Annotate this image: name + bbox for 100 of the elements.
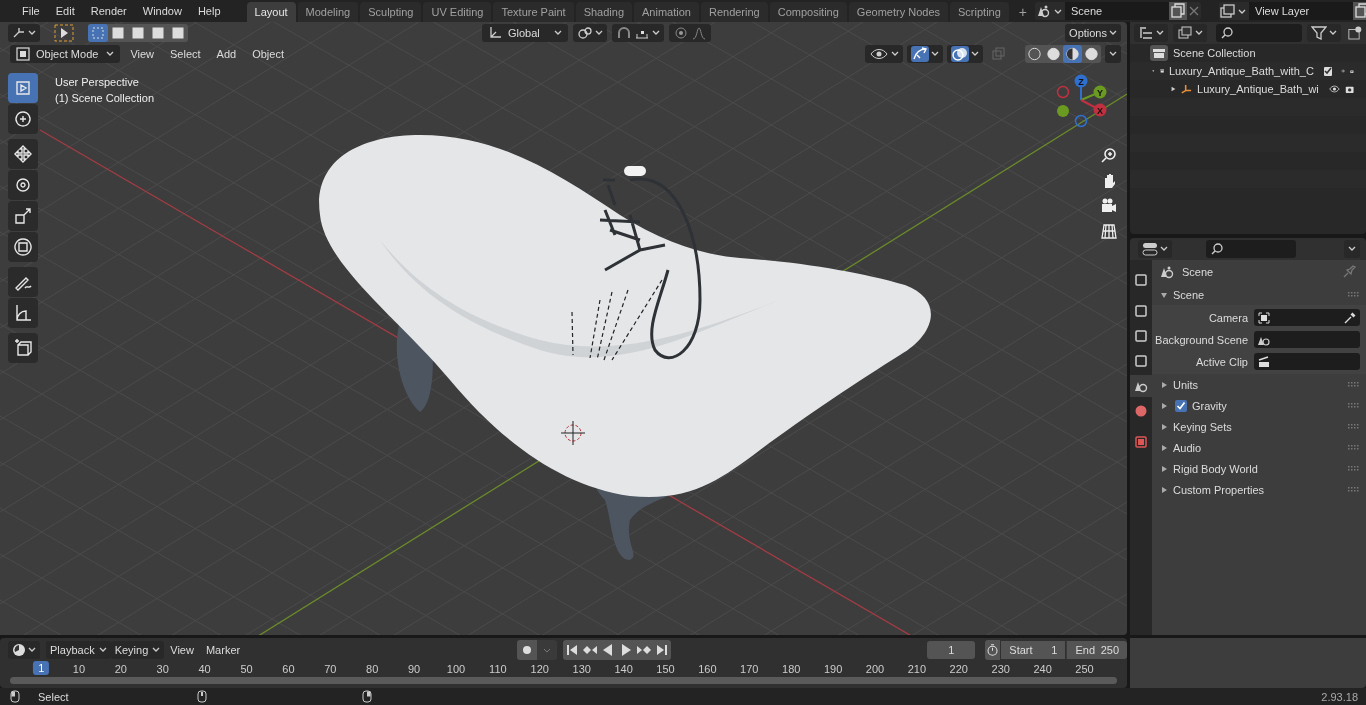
panel-header[interactable]: Custom Properties [1152, 479, 1366, 500]
snap-button[interactable] [611, 23, 664, 42]
add-cube-icon[interactable] [8, 333, 38, 363]
search-field[interactable] [1216, 24, 1303, 42]
editor-type-button[interactable] [8, 23, 40, 42]
auto-keying-toggle[interactable] [517, 639, 538, 660]
copy-icon[interactable] [1353, 2, 1366, 20]
shading-dropdown[interactable] [1105, 44, 1121, 63]
workspace-tab[interactable]: Geometry Nodes [848, 2, 948, 22]
orientation-dropdown[interactable]: Global [482, 23, 568, 42]
workspace-tab[interactable]: Modeling [297, 2, 359, 22]
end-frame-field[interactable]: End 250 [1066, 640, 1127, 659]
eye-icon[interactable] [1328, 84, 1340, 94]
viewport-menu[interactable]: Select [164, 44, 207, 63]
mode-dropdown[interactable]: Object Mode [10, 44, 121, 63]
panel-header[interactable]: Audio [1152, 437, 1366, 458]
input-field[interactable] [1254, 331, 1360, 348]
timeline-menu[interactable]: Keying [110, 640, 165, 659]
workspace-tab[interactable]: Sculpting [360, 2, 422, 22]
frame-number: 160 [698, 663, 717, 675]
disclosure-triangle-icon[interactable] [1170, 85, 1177, 93]
copy-icon[interactable] [1169, 2, 1187, 20]
new-collection-icon[interactable] [1348, 25, 1362, 41]
rotate-icon[interactable] [8, 170, 38, 200]
viewport-menu[interactable]: View [124, 44, 161, 63]
material-shading-icon[interactable] [1063, 44, 1082, 63]
frame-number: 230 [991, 663, 1010, 675]
frame-number: 40 [198, 663, 211, 675]
view-layer-field[interactable]: View Layer [1249, 2, 1353, 20]
add-workspace-tab[interactable]: + [1010, 2, 1035, 22]
editor-type-button[interactable] [1134, 24, 1168, 42]
pin-icon[interactable] [1342, 265, 1356, 279]
magnet-icon [615, 25, 632, 40]
timeline-menu[interactable]: Playback [46, 640, 111, 659]
scale-icon[interactable] [8, 201, 38, 231]
outliner-item[interactable]: Luxury_Antique_Bath_wi [1197, 83, 1319, 95]
current-frame-field[interactable]: 1 [927, 640, 976, 659]
menu-item[interactable]: Edit [55, 5, 75, 17]
input-field[interactable] [1254, 353, 1360, 370]
select-box-icon[interactable] [8, 73, 38, 103]
new-selection-icon[interactable] [88, 23, 108, 42]
filter-dropdown[interactable] [1307, 24, 1342, 42]
pivot-dropdown[interactable] [572, 23, 607, 42]
input-field[interactable] [1254, 309, 1360, 326]
workspace-tab[interactable]: Layout [246, 2, 296, 22]
cursor-icon[interactable] [8, 104, 38, 134]
proportional-edit-button[interactable] [668, 23, 711, 42]
workspace-tab[interactable]: Shading [575, 2, 633, 22]
frame-number: 150 [656, 663, 675, 675]
workspace-tab[interactable]: Scripting [950, 2, 1009, 22]
scene-icon[interactable] [1130, 375, 1152, 397]
annotate-icon[interactable] [8, 267, 38, 297]
checkbox[interactable] [1175, 399, 1187, 412]
select-tool-icon[interactable] [54, 23, 74, 42]
menu-item[interactable]: Help [197, 5, 221, 17]
editor-type-button[interactable] [8, 640, 40, 659]
search-field[interactable] [1206, 240, 1296, 258]
stopwatch-icon[interactable] [985, 639, 1001, 660]
workspace-tab[interactable]: UV Editing [423, 2, 492, 22]
version-text: 2.93.18 [1321, 690, 1358, 703]
timeline-menu[interactable]: Marker [199, 640, 247, 659]
outliner-item[interactable]: Scene Collection [1173, 47, 1256, 59]
menu-item[interactable]: Render [90, 5, 127, 17]
eyedropper-icon[interactable] [1344, 311, 1356, 324]
menu-item[interactable]: Window [142, 5, 182, 17]
move-icon[interactable] [8, 139, 38, 169]
viewport-menu[interactable]: Add [210, 44, 243, 63]
workspace-tab[interactable]: Texture Paint [493, 2, 574, 22]
exclude-checkbox[interactable] [1323, 66, 1332, 76]
options-dropdown[interactable]: Options [1065, 23, 1121, 42]
xray-toggle-icon[interactable] [991, 45, 1007, 62]
panel-header[interactable]: Keying Sets [1152, 416, 1366, 437]
editor-type-button[interactable] [1138, 240, 1172, 258]
panel-header[interactable]: Units [1152, 374, 1366, 395]
overlay-toggle[interactable] [947, 44, 983, 63]
grid-icon[interactable] [1099, 221, 1119, 241]
scene-icon[interactable] [1035, 2, 1065, 20]
gizmo-toggle[interactable] [907, 44, 943, 63]
outliner-item[interactable]: Luxury_Antique_Bath_with_C [1168, 65, 1314, 77]
image-stack-icon[interactable] [1219, 2, 1249, 20]
scrollbar[interactable] [10, 677, 1117, 684]
workspace-tab[interactable]: Animation [634, 2, 699, 22]
measure-icon[interactable] [8, 298, 38, 328]
transform-icon[interactable] [8, 232, 38, 262]
viewport-menu[interactable]: Object [246, 44, 290, 63]
options-dropdown[interactable] [1344, 240, 1360, 258]
menu-item[interactable]: File [22, 5, 40, 17]
display-mode-dropdown[interactable] [1173, 24, 1207, 42]
visibility-dropdown[interactable] [865, 44, 903, 63]
scene-field[interactable]: Scene [1065, 2, 1169, 20]
workspace-tab[interactable]: Compositing [769, 2, 847, 22]
caret-icon [1109, 29, 1117, 36]
close-icon[interactable] [1187, 2, 1201, 20]
navigation-gizmo[interactable]: Z Y X [1053, 73, 1113, 129]
panel-header[interactable]: Gravity [1152, 395, 1366, 416]
start-frame-field[interactable]: Start 1 [1001, 640, 1066, 659]
panel-header[interactable]: Rigid Body World [1152, 458, 1366, 479]
workspace-tab[interactable]: Rendering [700, 2, 768, 22]
timeline-menu[interactable]: View [164, 640, 200, 659]
drag-handle-icon [1348, 291, 1360, 298]
